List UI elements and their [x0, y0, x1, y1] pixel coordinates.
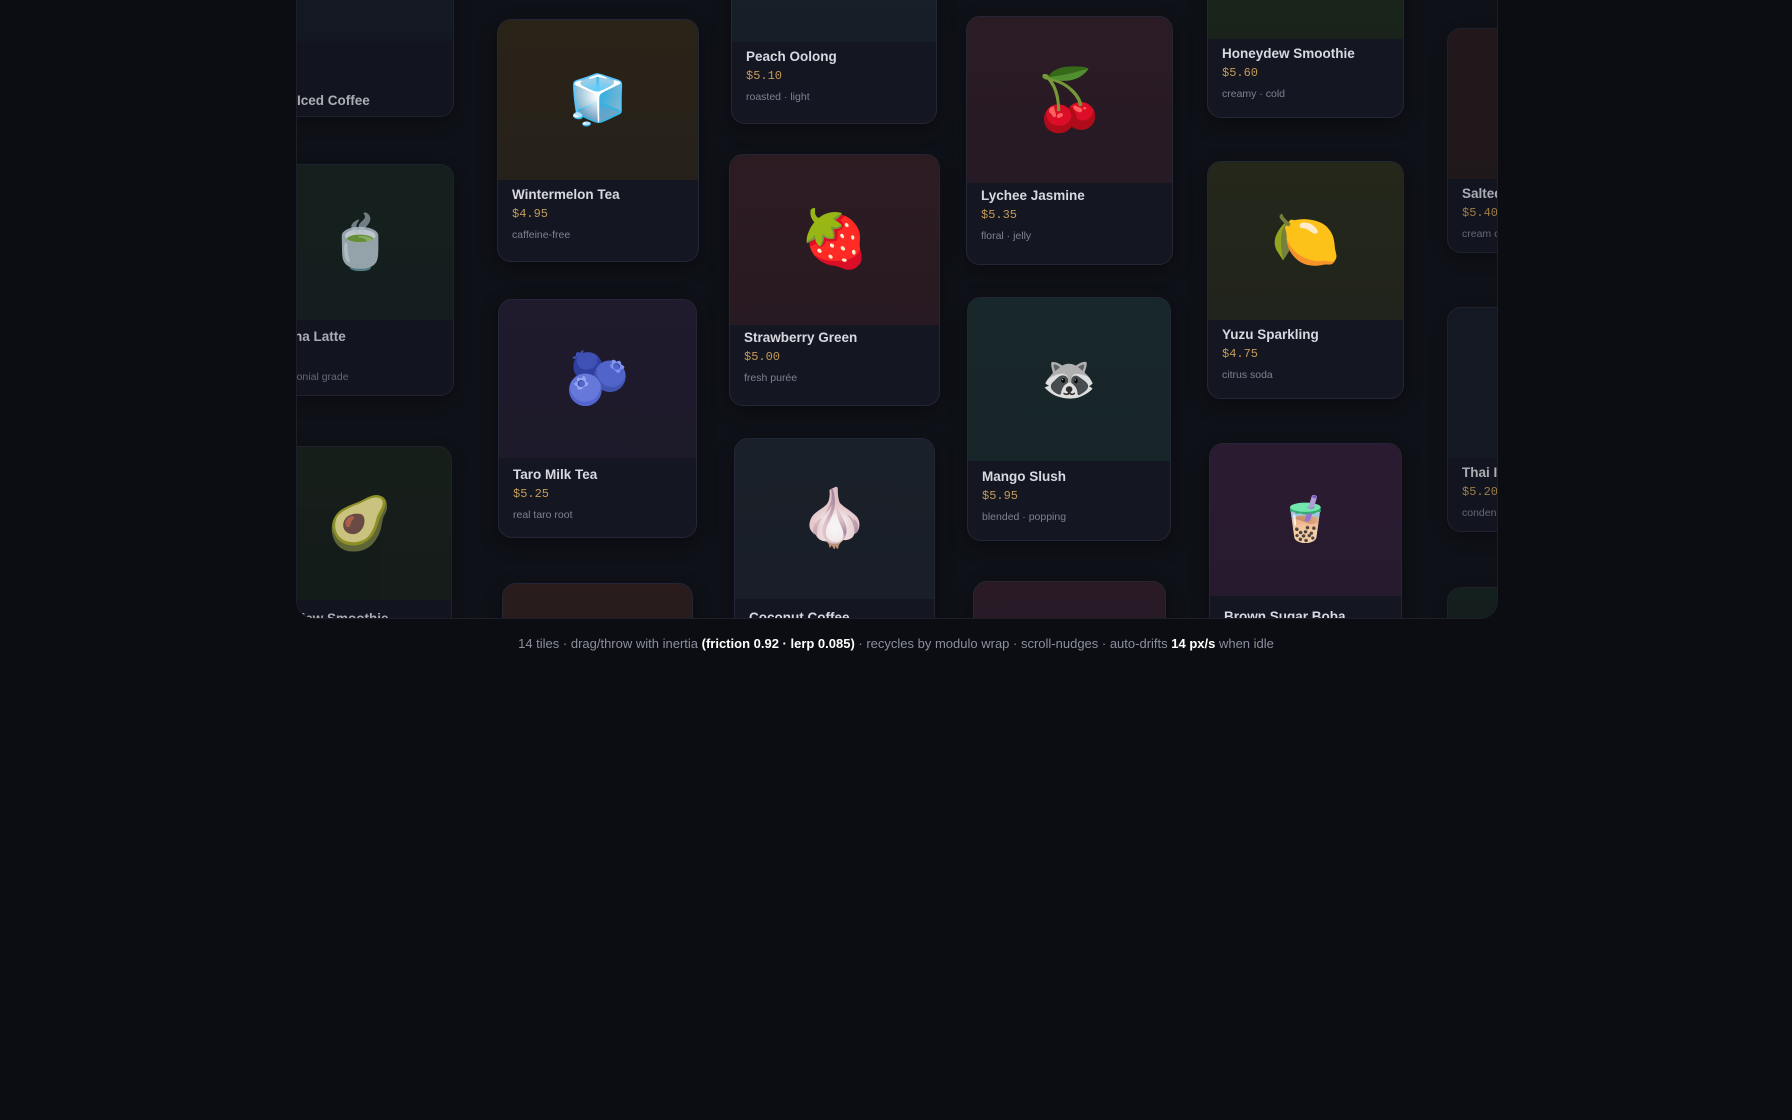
- tile-description: conden: [1462, 507, 1497, 519]
- tile-description: citrus soda: [1222, 369, 1273, 381]
- tile-info: Brown Sugar Boba: [1224, 609, 1391, 619]
- tile-description: cream c: [1462, 228, 1498, 240]
- ice-cube-icon: 🧊: [498, 20, 698, 180]
- strawberry-icon: 🍓: [730, 155, 939, 325]
- honeydew-image: [1208, 0, 1403, 39]
- tile-price: $5.10: [746, 69, 783, 83]
- tile-description: creamy · cold: [1222, 88, 1286, 100]
- gallery-tile[interactable]: Honeydew Smoothie $5.60 creamy · cold: [1207, 0, 1404, 118]
- caption-text: · recycles by modulo wrap · scroll-nudge…: [854, 636, 1172, 651]
- tile-price: $5.40: [1462, 206, 1498, 220]
- tile-info: Salted $5.40 cream c: [1462, 186, 1498, 240]
- tile-price: $4.95: [512, 207, 549, 221]
- tile-description: floral · jelly: [981, 230, 1032, 242]
- tile-price: $5.00: [744, 350, 781, 364]
- tile-description: emonial grade: [296, 371, 349, 383]
- tile-price: $4.75: [1222, 347, 1259, 361]
- tile-info: ai Iced Coffee20densed milk: [297, 93, 443, 116]
- tile-info: tcha Latte 50 emonial grade: [296, 329, 443, 383]
- gallery-tile[interactable]: 🥑 eydew Smoothie: [297, 446, 452, 619]
- caption-physics-params: (friction 0.92 · lerp 0.085): [701, 636, 855, 651]
- gallery-caption: 14 tiles · drag/throw with inertia (fric…: [0, 636, 1792, 651]
- gallery-tile[interactable]: 🧊 Wintermelon Tea $4.95 caffeine-free: [497, 19, 699, 262]
- tile-price: $5.95: [982, 489, 1019, 503]
- caption-text: when idle: [1215, 636, 1274, 651]
- tile-name: Wintermelon Tea: [512, 187, 620, 202]
- garlic-icon: 🧄: [735, 439, 934, 599]
- tile-info: Wintermelon Tea $4.95 caffeine-free: [512, 187, 688, 241]
- lemon-icon: 🍋: [1208, 162, 1403, 320]
- cherries-icon: 🍒: [967, 17, 1172, 183]
- gallery-tile[interactable]: 🍒 Lychee Jasmine $5.35 floral · jelly: [966, 16, 1173, 265]
- tile-name: Coconut Coffee: [749, 610, 850, 619]
- partial-tile-image: [974, 582, 1165, 618]
- tile-info: Lychee Jasmine $5.35 floral · jelly: [981, 188, 1162, 242]
- tile-name: ai Iced Coffee: [297, 93, 370, 108]
- raccoon-icon: 🦝: [968, 298, 1170, 461]
- tile-name: Strawberry Green: [744, 330, 858, 345]
- bubble-tea-icon: 🧋: [1210, 444, 1401, 596]
- gallery-tile[interactable]: 🧄 Coconut Coffee: [734, 438, 935, 619]
- blueberries-icon: 🫐: [499, 300, 696, 458]
- tile-description: real taro root: [513, 509, 573, 521]
- tile-info: Yuzu Sparkling $4.75 citrus soda: [1222, 327, 1393, 381]
- gallery-tile[interactable]: Salted $5.40 cream c: [1447, 28, 1498, 253]
- gallery-tile[interactable]: Peach Oolong $5.10 roasted · light: [731, 0, 937, 124]
- gallery-tile[interactable]: 🍵 tcha Latte 50 emonial grade: [296, 164, 454, 396]
- gallery-tile[interactable]: [973, 581, 1166, 618]
- tile-info: Thai Ic $5.20 conden: [1462, 465, 1498, 519]
- tile-info: Peach Oolong $5.10 roasted · light: [746, 49, 926, 103]
- salted-cream-image: [1448, 29, 1497, 179]
- gallery-tile[interactable]: 🍓 Strawberry Green $5.00 fresh purée: [729, 154, 940, 406]
- tile-info: Coconut Coffee: [749, 610, 924, 619]
- tile-gallery-viewport[interactable]: ai Iced Coffee20densed milk🍵tcha Latte50…: [296, 0, 1498, 619]
- tile-price: 50: [297, 349, 443, 363]
- tile-price: $5.25: [513, 487, 550, 501]
- tile-name: Brown Sugar Boba: [1224, 609, 1346, 619]
- avocado-icon: 🥑: [297, 447, 451, 600]
- gallery-tile[interactable]: Thai Ic $5.20 conden: [1447, 307, 1498, 532]
- tile-price: 20: [297, 113, 443, 116]
- tile-description: blended · popping: [982, 511, 1067, 523]
- partial-tile-image: [1448, 588, 1497, 618]
- tile-name: Lychee Jasmine: [981, 188, 1085, 203]
- gallery-tile[interactable]: [1447, 587, 1497, 618]
- tile-name: Mango Slush: [982, 469, 1066, 484]
- tile-name: Yuzu Sparkling: [1222, 327, 1319, 342]
- tile-name: Peach Oolong: [746, 49, 837, 64]
- gallery-tile[interactable]: 🫐 Taro Milk Tea $5.25 real taro root: [498, 299, 697, 538]
- tile-name: tcha Latte: [297, 329, 346, 344]
- tile-info: Taro Milk Tea $5.25 real taro root: [513, 467, 686, 521]
- gallery-tile[interactable]: 🍋 Yuzu Sparkling $4.75 citrus soda: [1207, 161, 1404, 399]
- tile-description: caffeine-free: [512, 229, 571, 241]
- tile-description: roasted · light: [746, 91, 810, 103]
- tile-info: Strawberry Green $5.00 fresh purée: [744, 330, 929, 384]
- tile-name: Thai Ic: [1462, 465, 1498, 480]
- peach-oolong-image: [732, 0, 936, 42]
- tile-price: $5.20: [1462, 485, 1498, 499]
- tile-name: Salted: [1462, 186, 1497, 201]
- partial-tile-image: [503, 584, 692, 618]
- thai-iced-image: [1448, 308, 1497, 458]
- gallery-tile[interactable]: [502, 583, 693, 618]
- tile-info: Honeydew Smoothie $5.60 creamy · cold: [1222, 46, 1393, 100]
- gallery-tile[interactable]: ai Iced Coffee20densed milk: [297, 0, 454, 117]
- tile-info: eydew Smoothie: [297, 611, 441, 619]
- tile-info: Mango Slush $5.95 blended · popping: [982, 469, 1160, 523]
- matcha-tea-icon: 🍵: [297, 165, 453, 320]
- caption-drift-speed: 14 px/s: [1171, 636, 1216, 651]
- tile-description: fresh purée: [744, 372, 798, 384]
- tile-name: eydew Smoothie: [297, 611, 389, 619]
- caption-text: 14 tiles · drag/throw with inertia: [518, 636, 702, 651]
- tile-price: $5.35: [981, 208, 1018, 222]
- tile-name: Honeydew Smoothie: [1222, 46, 1355, 61]
- gallery-tile[interactable]: 🦝 Mango Slush $5.95 blended · popping: [967, 297, 1171, 541]
- gallery-tile[interactable]: 🧋 Brown Sugar Boba: [1209, 443, 1402, 619]
- tile-price: $5.60: [1222, 66, 1259, 80]
- thai-iced-coffee-image: [297, 0, 453, 41]
- tile-name: Taro Milk Tea: [513, 467, 598, 482]
